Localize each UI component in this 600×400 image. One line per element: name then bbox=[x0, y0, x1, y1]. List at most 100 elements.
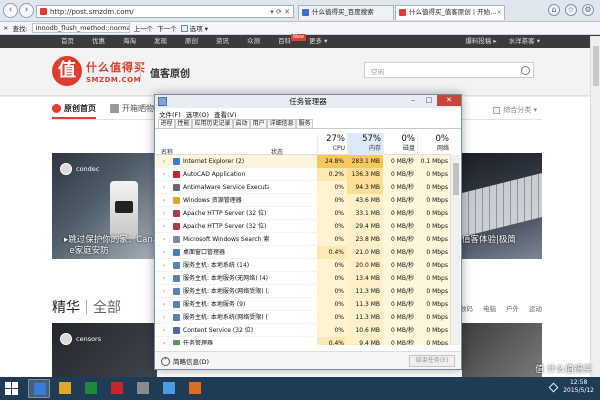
tab-performance[interactable]: 性能 bbox=[175, 119, 193, 128]
filter-item[interactable]: 户外 bbox=[506, 303, 519, 313]
expand-chevron-icon[interactable]: › bbox=[163, 220, 165, 233]
expand-chevron-icon[interactable]: › bbox=[163, 259, 165, 272]
browser-tab-smzdm[interactable]: 什么值得买_值客原创 | 开始... × bbox=[395, 5, 505, 20]
process-row[interactable]: › Content Service (32 位) 0% 10.6 MB 0 MB/秒 0 … bbox=[155, 324, 451, 337]
card-caption[interactable]: 值客体验|极简 bbox=[462, 235, 516, 257]
expand-chevron-icon[interactable]: › bbox=[163, 207, 165, 220]
maximize-button[interactable]: □ bbox=[421, 95, 437, 106]
nav-link-discover[interactable]: 发现 bbox=[145, 35, 176, 48]
user-menu-link[interactable]: 水洋茶客 ▾ bbox=[509, 35, 540, 48]
tab-users[interactable]: 用户 bbox=[250, 119, 268, 128]
page-scrollbar[interactable] bbox=[590, 36, 600, 377]
tab-processes[interactable]: 进程 bbox=[158, 119, 176, 128]
expand-chevron-icon[interactable]: › bbox=[163, 337, 165, 345]
settings-gear-icon[interactable]: ⚙ bbox=[582, 4, 594, 16]
find-next-button[interactable]: 下一个 bbox=[157, 23, 177, 33]
process-row[interactable]: › 服务主机: 本地服务 (9) 0% 11.3 MB 0 MB/秒 0 Mbps bbox=[155, 298, 451, 311]
expand-chevron-icon[interactable]: › bbox=[163, 272, 165, 285]
menu-view[interactable]: 查看(V) bbox=[214, 109, 237, 119]
site-logo[interactable]: 值 bbox=[52, 56, 82, 86]
menu-file[interactable]: 文件(F) bbox=[159, 109, 181, 119]
site-search-input[interactable]: 空闲 bbox=[364, 62, 534, 78]
brand-name[interactable]: 什么值得买 SMZDM.COM bbox=[86, 59, 146, 84]
process-row[interactable]: › Microsoft Windows Search 索... 0% 23.8 MB 0… bbox=[155, 233, 451, 246]
column-network[interactable]: 0% 网络 bbox=[417, 133, 451, 155]
filter-item[interactable]: 电脑 bbox=[483, 303, 496, 313]
expand-chevron-icon[interactable]: › bbox=[163, 233, 165, 246]
nav-link-home[interactable]: 首页 bbox=[52, 35, 83, 48]
expand-chevron-icon[interactable]: › bbox=[163, 285, 165, 298]
show-hidden-icons-icon[interactable] bbox=[548, 382, 559, 392]
minimize-button[interactable]: – bbox=[405, 95, 421, 106]
nav-link-wiki[interactable]: 百科 New bbox=[269, 34, 306, 48]
end-task-button[interactable]: 结束任务(E) bbox=[409, 355, 455, 367]
nav-link-original[interactable]: 原创 bbox=[176, 35, 207, 48]
card-author[interactable]: condec bbox=[60, 163, 99, 175]
process-row[interactable]: › Apache HTTP Server (32 位) 0% 33.1 MB 0 MB/… bbox=[155, 207, 451, 220]
process-row[interactable]: › 服务主机: 本地服务(无网络) (4) 0% 13.4 MB 0 MB/秒 0 Mbp… bbox=[155, 272, 451, 285]
expand-chevron-icon[interactable]: › bbox=[163, 311, 165, 324]
expand-chevron-icon[interactable]: › bbox=[163, 155, 165, 168]
close-tab-icon[interactable]: × bbox=[497, 6, 502, 19]
tab-startup[interactable]: 启动 bbox=[233, 119, 251, 128]
page-scrollbar-thumb[interactable] bbox=[593, 46, 599, 86]
favorites-star-icon[interactable]: ☆ bbox=[565, 4, 577, 16]
taskbar-app-button[interactable] bbox=[80, 379, 102, 398]
expand-chevron-icon[interactable]: › bbox=[163, 168, 165, 181]
nav-link-more[interactable]: 更多 ▾ bbox=[300, 35, 336, 48]
taskbar-app-button[interactable] bbox=[132, 379, 154, 398]
expand-chevron-icon[interactable]: › bbox=[163, 194, 165, 207]
process-row[interactable]: › Antimalware Service Executa... 0% 94.3 MB… bbox=[155, 181, 451, 194]
expand-chevron-icon[interactable]: › bbox=[163, 246, 165, 259]
section-tab-all[interactable]: 全部 bbox=[93, 297, 121, 317]
submit-post-link[interactable]: 爆料投稿 ▸ bbox=[465, 35, 496, 48]
url-refresh-icon[interactable]: ▾ ⟳ ✕ bbox=[270, 8, 293, 16]
back-button[interactable]: ‹ bbox=[3, 3, 18, 18]
section-tab-featured[interactable]: 精华 bbox=[52, 297, 80, 317]
process-list-scrollbar-thumb[interactable] bbox=[453, 163, 459, 195]
nav-link-deals[interactable]: 优惠 bbox=[83, 35, 114, 48]
find-prev-button[interactable]: 上一个 bbox=[134, 23, 154, 33]
nav-link-test[interactable]: 众测 bbox=[238, 35, 269, 48]
card-caption[interactable]: ▸跳过保护你的家：Cana e家庭安防 bbox=[64, 235, 157, 257]
expand-chevron-icon[interactable]: › bbox=[163, 324, 165, 337]
taskbar-app-button[interactable] bbox=[184, 379, 206, 398]
clock[interactable]: 12:58 2015/5/12 bbox=[563, 379, 594, 395]
start-button[interactable] bbox=[5, 382, 18, 395]
column-memory[interactable]: 57% 内存 bbox=[347, 133, 383, 155]
process-row[interactable]: › 服务主机: 本地系统 (14) 0% 20.0 MB 0 MB/秒 0 Mbps bbox=[155, 259, 451, 272]
forward-button[interactable]: › bbox=[19, 3, 34, 18]
find-options-button[interactable]: 选项 ▾ bbox=[180, 23, 208, 33]
tab-services[interactable]: 服务 bbox=[296, 119, 314, 128]
article-card-right[interactable] bbox=[462, 323, 542, 377]
taskbar-app-button[interactable] bbox=[106, 379, 128, 398]
process-row[interactable]: › Internet Explorer (2) 24.8% 283.1 MB 0 MB/… bbox=[155, 155, 451, 168]
column-disk[interactable]: 0% 磁盘 bbox=[383, 133, 417, 155]
process-list-scrollbar[interactable] bbox=[450, 155, 460, 345]
url-field[interactable]: http://post.smzdm.com/ ▾ ⟳ ✕ bbox=[36, 5, 294, 18]
browser-tab-baidu[interactable]: 什么值得买_百度搜索 bbox=[298, 5, 394, 20]
process-row[interactable]: › Windows 资源管理器 0% 43.6 MB 0 MB/秒 0 Mbps bbox=[155, 194, 451, 207]
process-row[interactable]: › 任务管理器 0.4% 9.4 MB 0 MB/秒 0 Mbps bbox=[155, 337, 451, 345]
home-icon[interactable]: ⌂ bbox=[548, 4, 560, 16]
card-author[interactable]: censors bbox=[60, 333, 101, 345]
nav-link-haitao[interactable]: 海淘 bbox=[114, 35, 145, 48]
menu-options[interactable]: 选项(O) bbox=[186, 109, 209, 119]
find-input[interactable]: innodb_flush_method::normal bbox=[31, 23, 130, 33]
tab-app-history[interactable]: 应用历史记录 bbox=[192, 119, 234, 128]
featured-card-left[interactable]: condec ▸跳过保护你的家：Cana e家庭安防 bbox=[52, 153, 157, 259]
taskbar-app-button[interactable] bbox=[28, 379, 50, 398]
taskbar-app-button[interactable] bbox=[54, 379, 76, 398]
task-manager-titlebar[interactable]: 任务管理器 – □ ✕ bbox=[155, 95, 461, 108]
tab-details[interactable]: 详细信息 bbox=[267, 119, 297, 128]
process-row[interactable]: › AutoCAD Application 0.2% 136.3 MB 0 MB/秒 0 … bbox=[155, 168, 451, 181]
taskbar-app-button[interactable] bbox=[158, 379, 180, 398]
process-row[interactable]: › Apache HTTP Server (32 位) 0% 29.4 MB 0 MB/… bbox=[155, 220, 451, 233]
featured-card-right[interactable]: 值客体验|极简 bbox=[462, 153, 542, 259]
expand-chevron-icon[interactable]: › bbox=[163, 181, 165, 194]
column-cpu[interactable]: 27% CPU bbox=[317, 133, 347, 155]
search-icon[interactable] bbox=[521, 66, 530, 75]
nav-link-news[interactable]: 资讯 bbox=[207, 35, 238, 48]
find-close-icon[interactable]: × bbox=[3, 24, 8, 32]
category-sort-dropdown[interactable]: 综合分类 ▾ bbox=[493, 105, 537, 115]
